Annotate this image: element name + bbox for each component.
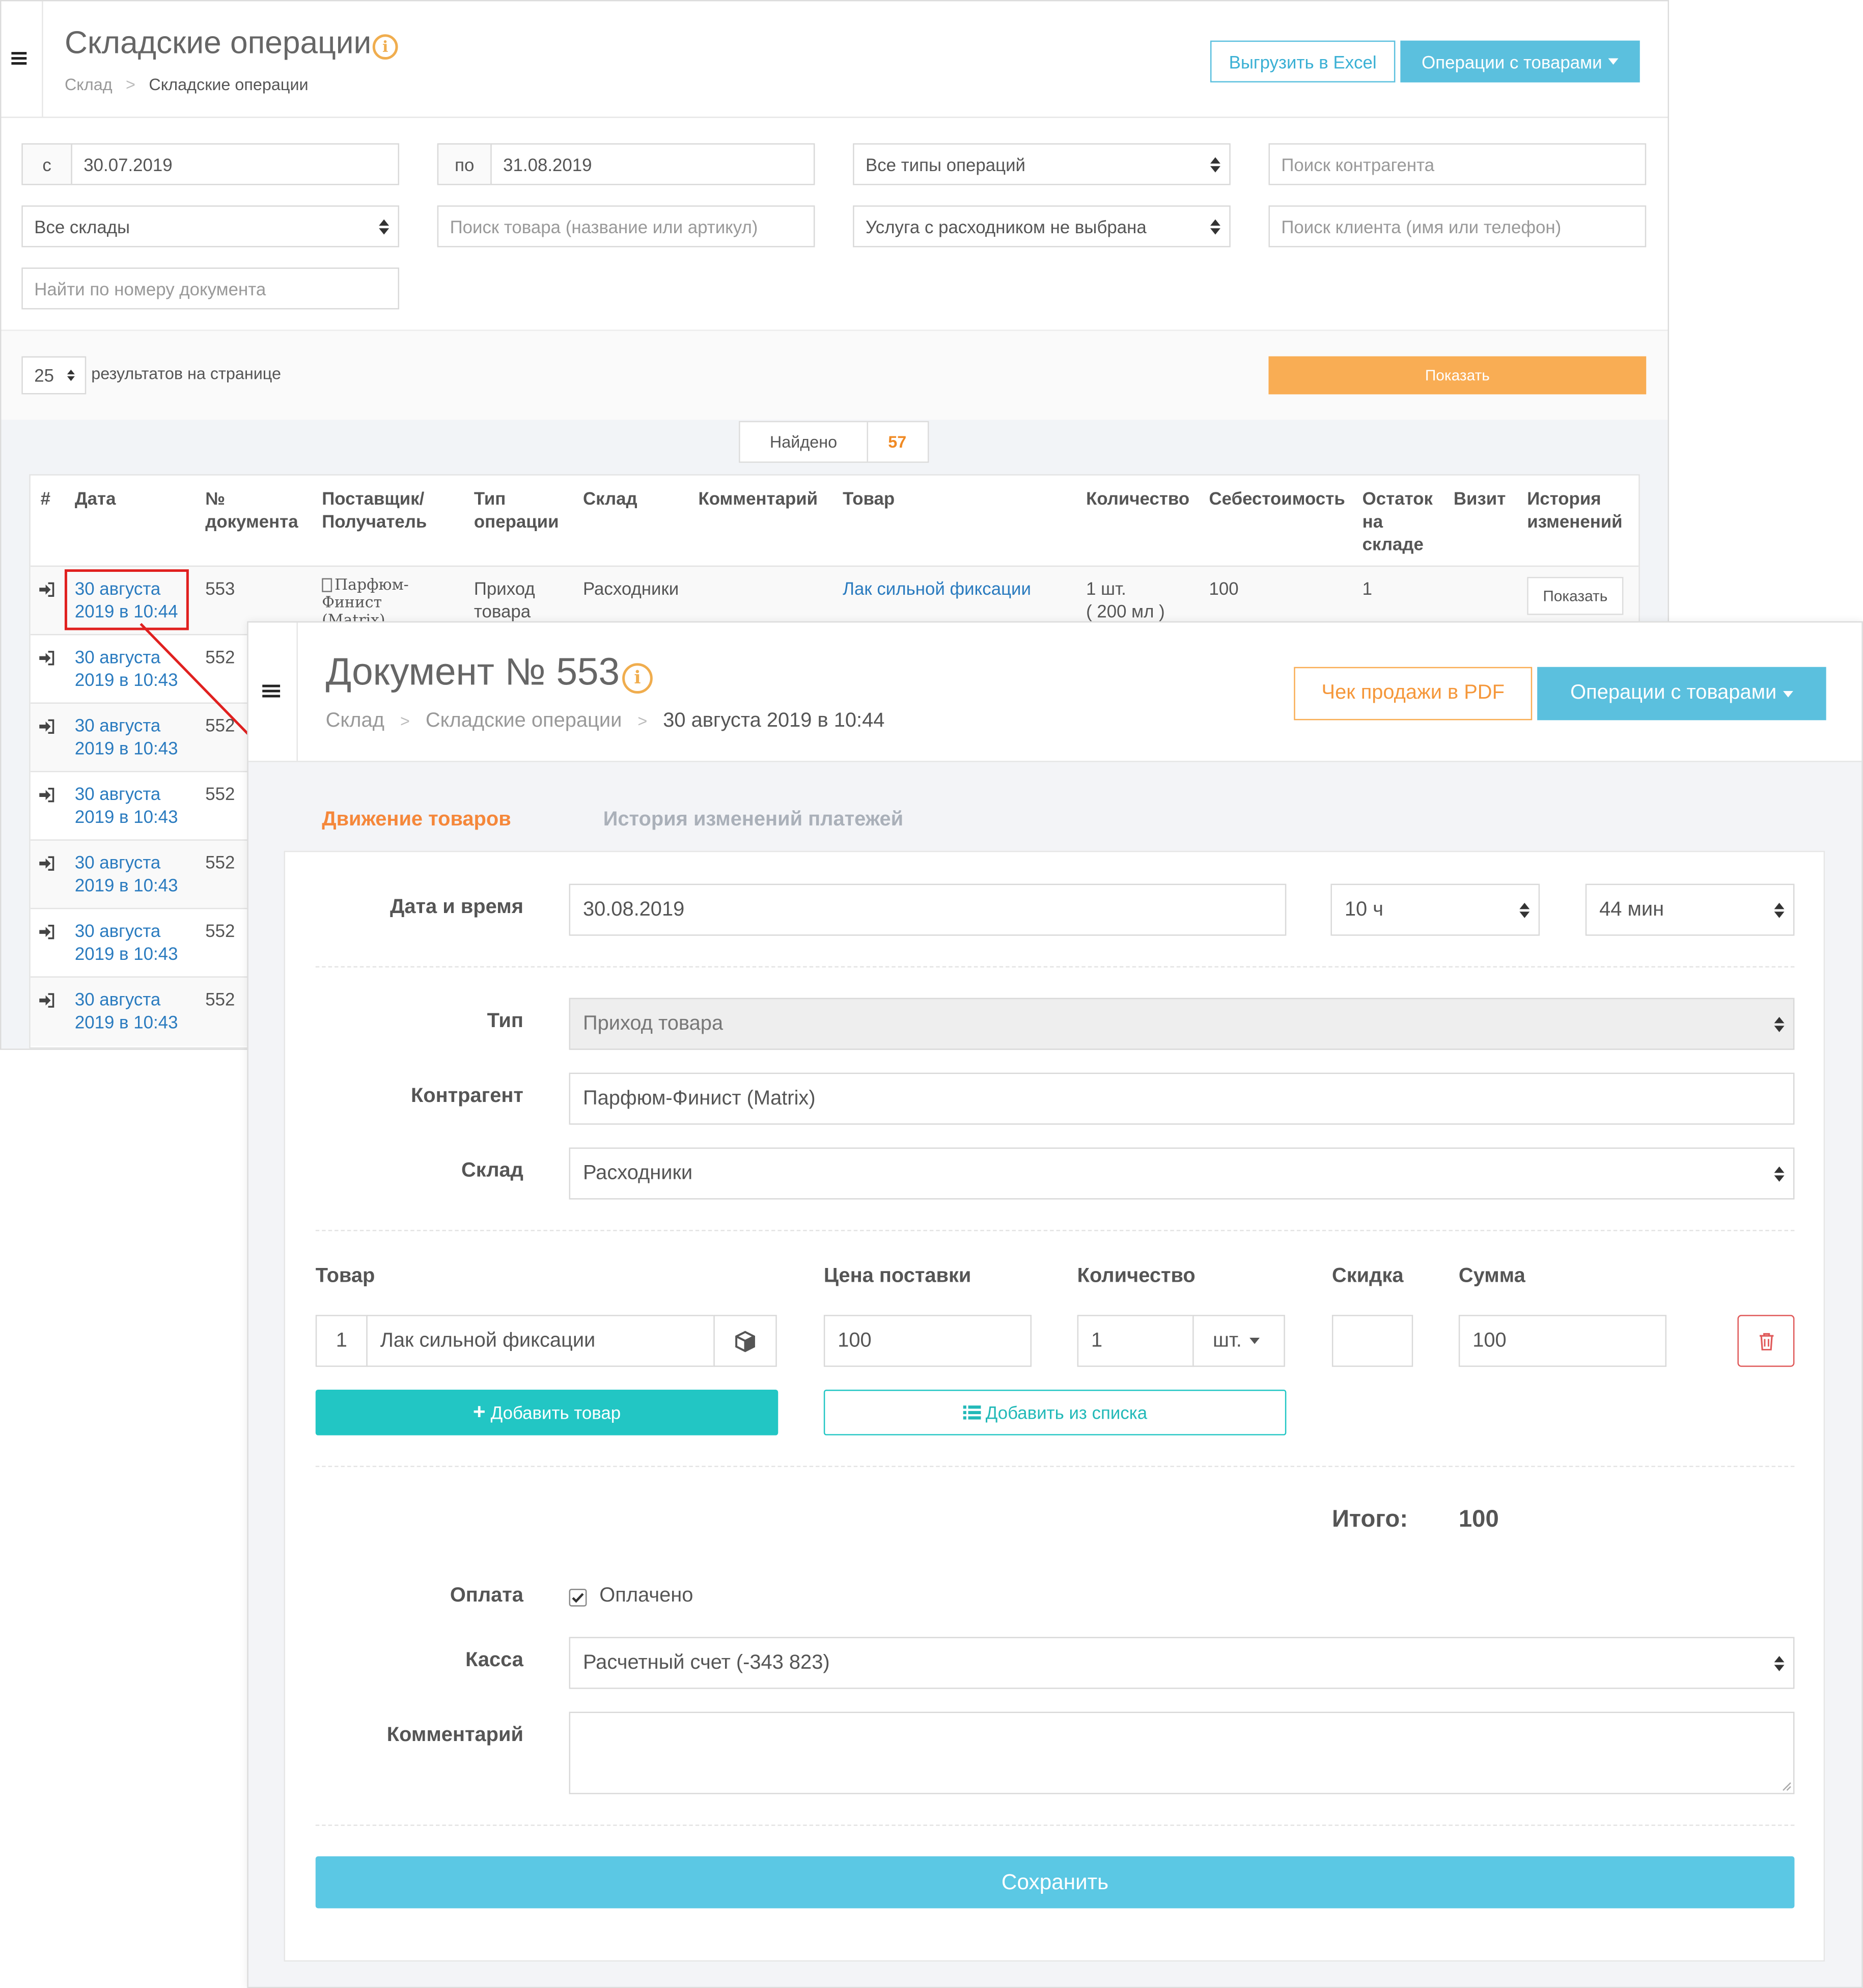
hours-value: 10 ч (1344, 898, 1383, 920)
item-unit-select[interactable]: шт. (1192, 1315, 1285, 1367)
resize-handle-icon[interactable] (1782, 1781, 1792, 1791)
breadcrumb-separator: > (400, 711, 410, 731)
paid-checkbox[interactable] (569, 1588, 587, 1607)
item-qty-input[interactable]: 1 (1077, 1315, 1194, 1367)
plus-icon: + (472, 1399, 486, 1424)
col-product-label: Товар (315, 1265, 375, 1287)
datetime-label: Дата и время (390, 896, 523, 918)
list-icon (962, 1405, 981, 1420)
document-window: Документ № 553 i Склад > Складские опера… (247, 621, 1863, 1988)
add-from-list-button[interactable]: Добавить из списка (823, 1390, 1287, 1435)
caret-down-icon (1249, 1337, 1260, 1344)
doc-product-ops-label: Операции с товарами (1570, 682, 1777, 704)
doc-breadcrumb-warehouse[interactable]: Склад (326, 710, 384, 731)
item-unit-value: шт. (1212, 1329, 1242, 1351)
save-button[interactable]: Сохранить (315, 1856, 1795, 1909)
info-icon[interactable]: i (622, 663, 653, 694)
cash-label: Касса (465, 1649, 523, 1671)
delete-item-button[interactable] (1737, 1315, 1795, 1367)
tab-goods-movement[interactable]: Движение товаров (322, 809, 511, 832)
doc-product-ops-button[interactable]: Операции с товарами (1537, 667, 1826, 721)
doc-breadcrumb: Склад > Складские операции > 30 августа … (326, 710, 885, 733)
warehouse-label: Склад (461, 1160, 523, 1182)
doc-header: Документ № 553 i Склад > Складские опера… (248, 622, 1862, 762)
comment-textarea[interactable] (569, 1711, 1795, 1794)
doc-title: Документ № 553 (325, 651, 620, 694)
pdf-receipt-button[interactable]: Чек продажи в PDF (1294, 667, 1533, 721)
col-discount-label: Скидка (1331, 1265, 1404, 1287)
add-from-list-label: Добавить из списка (985, 1402, 1148, 1423)
hours-select[interactable]: 10 ч (1330, 883, 1540, 936)
payment-label: Оплата (450, 1585, 523, 1607)
cube-icon (735, 1330, 755, 1352)
divider (315, 1466, 1795, 1467)
select-arrows-icon (1774, 1166, 1785, 1181)
total-label: Итого: (1331, 1506, 1408, 1533)
minutes-value: 44 мин (1599, 898, 1664, 920)
cash-select[interactable]: Расчетный счет (-343 823) (569, 1637, 1795, 1689)
type-label: Тип (487, 1010, 523, 1032)
item-index: 1 (315, 1315, 368, 1367)
col-sum-label: Сумма (1458, 1265, 1525, 1287)
item-sum-input[interactable]: 100 (1458, 1315, 1667, 1367)
divider (315, 1230, 1795, 1231)
paid-label: Оплачено (599, 1585, 693, 1607)
menu-icon (262, 684, 281, 700)
item-box-button[interactable] (713, 1315, 777, 1367)
select-arrows-icon (1774, 1016, 1785, 1032)
minutes-select[interactable]: 44 мин (1585, 883, 1795, 936)
doc-sidebar-toggle[interactable] (248, 622, 298, 761)
trash-icon (1759, 1332, 1773, 1350)
stage: Складские операции i Склад > Складские о… (0, 0, 1863, 1988)
doc-form-panel: Дата и время 30.08.2019 10 ч 44 мин Тип … (284, 850, 1825, 1962)
select-arrows-icon (1774, 1655, 1785, 1671)
select-arrows-icon (1774, 902, 1785, 918)
breadcrumb-separator: > (637, 711, 648, 731)
item-discount-input[interactable] (1331, 1315, 1413, 1367)
add-product-label: Добавить товар (490, 1402, 621, 1423)
counterparty-input[interactable]: Парфюм-Финист (Matrix) (569, 1072, 1795, 1125)
add-product-button[interactable]: + Добавить товар (315, 1390, 778, 1435)
cash-value: Расчетный счет (-343 823) (582, 1651, 830, 1673)
item-name-input[interactable]: Лак сильной фиксации (366, 1315, 715, 1367)
doc-warehouse-select[interactable]: Расходники (569, 1147, 1795, 1200)
checkmark-icon (572, 1593, 584, 1603)
item-price-input[interactable]: 100 (823, 1315, 1032, 1367)
date-input[interactable]: 30.08.2019 (569, 883, 1287, 936)
select-arrows-icon (1519, 902, 1530, 918)
col-price-label: Цена поставки (823, 1265, 971, 1287)
type-select[interactable]: Приход товара (569, 998, 1795, 1050)
counterparty-label: Контрагент (410, 1085, 523, 1107)
doc-breadcrumb-ops[interactable]: Складские операции (426, 710, 622, 731)
total-value: 100 (1458, 1506, 1499, 1533)
doc-warehouse-value: Расходники (582, 1162, 693, 1184)
divider (315, 966, 1795, 968)
divider (315, 1825, 1795, 1826)
type-value: Приход товара (582, 1012, 724, 1034)
comment-label: Комментарий (386, 1724, 523, 1746)
doc-breadcrumb-current: 30 августа 2019 в 10:44 (663, 710, 885, 732)
col-qty-label: Количество (1077, 1265, 1195, 1287)
tab-payment-history[interactable]: История изменений платежей (603, 809, 903, 832)
caret-down-icon (1783, 690, 1793, 697)
